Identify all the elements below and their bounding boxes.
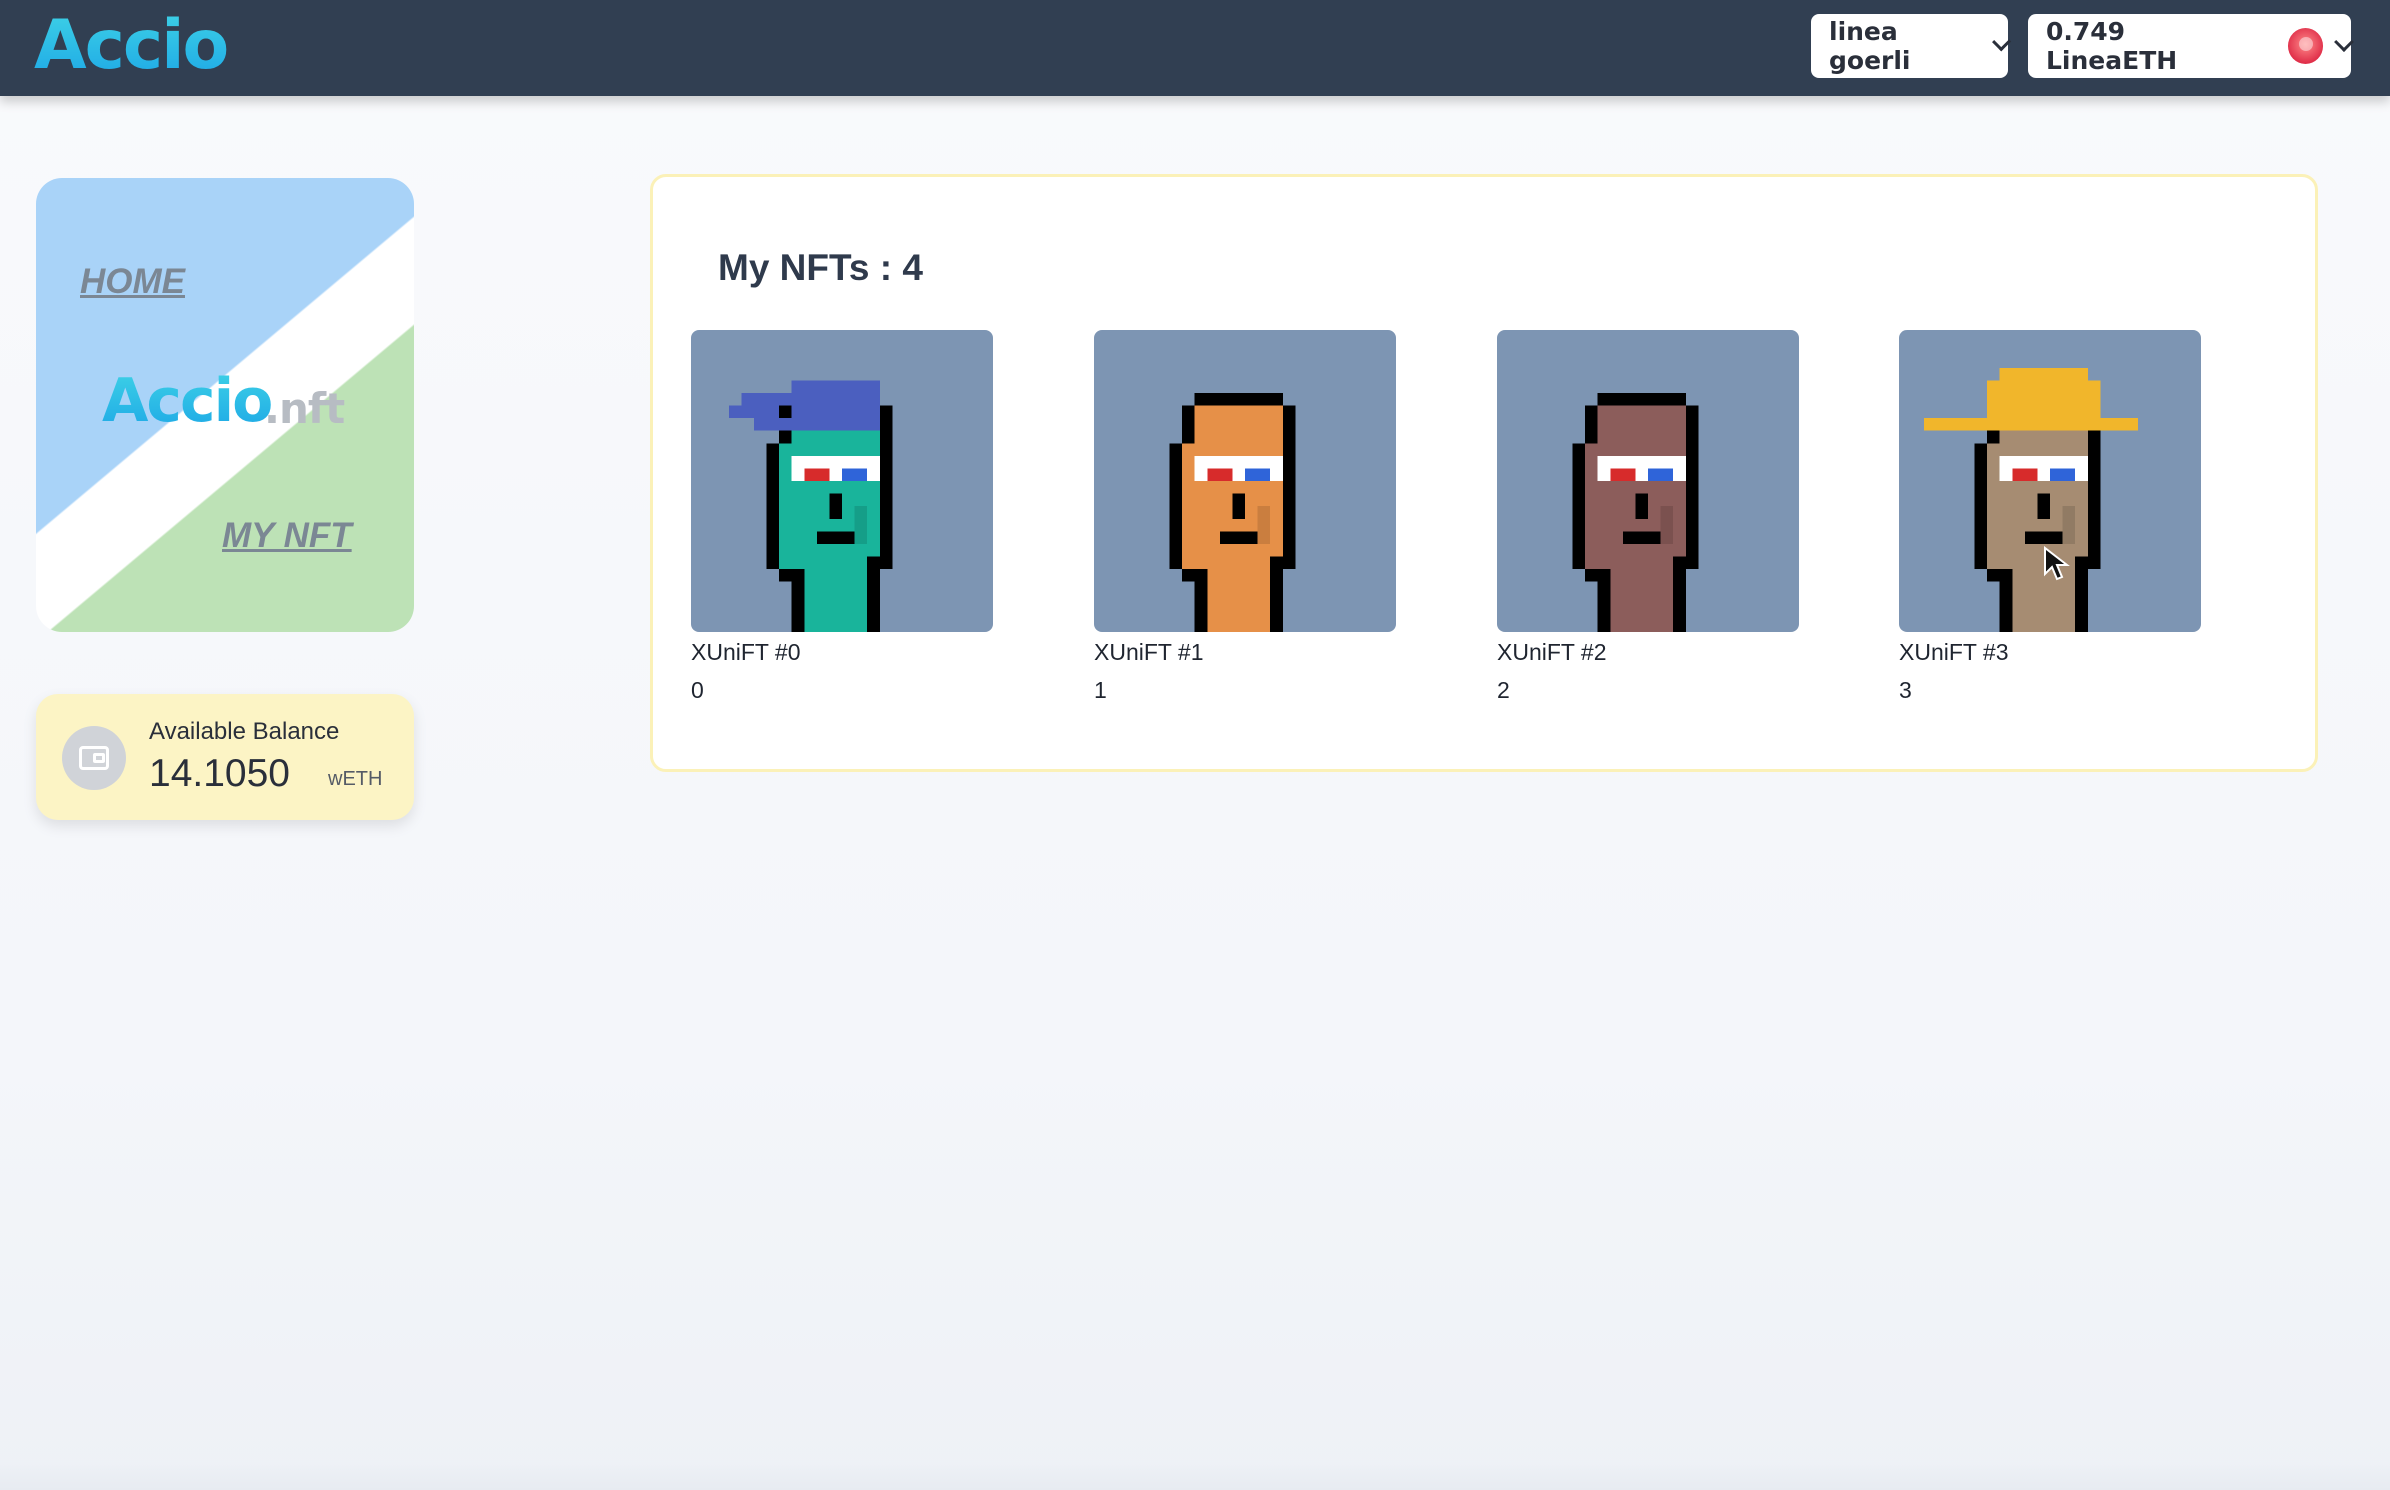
nft-id: 2 bbox=[1497, 677, 1510, 703]
panel-title: My NFTs : 4 bbox=[718, 247, 923, 288]
account-avatar-icon bbox=[2287, 28, 2324, 64]
nft-image[interactable] bbox=[691, 330, 993, 632]
balance-value: 14.1050 bbox=[149, 752, 290, 795]
nft-panel: My NFTs : 4 XUniFT #0 0 XUniFT #1 1 XUni… bbox=[650, 174, 2318, 772]
account-balance: 0.749 LineaETH bbox=[2046, 17, 2178, 75]
nft-image[interactable] bbox=[1899, 330, 2201, 632]
nft-card-0[interactable]: XUniFT #0 0 bbox=[691, 330, 995, 705]
nft-id: 0 bbox=[691, 677, 704, 703]
balance-card: Available Balance 14.1050 wETH bbox=[36, 694, 414, 820]
wallet-icon bbox=[62, 726, 126, 790]
nft-card-2[interactable]: XUniFT #2 2 bbox=[1497, 330, 1801, 705]
chevron-down-icon bbox=[1991, 32, 2011, 52]
mouse-cursor-icon bbox=[2044, 546, 2070, 581]
nft-image[interactable] bbox=[1094, 330, 1396, 632]
network-label: linea goerli bbox=[1829, 17, 1911, 75]
nav-card: HOME Accio .nft MY NFT bbox=[36, 178, 414, 632]
bottom-strip bbox=[0, 1462, 2390, 1490]
nft-image[interactable] bbox=[1497, 330, 1799, 632]
balance-label: Available Balance bbox=[149, 718, 340, 745]
app-logo[interactable]: Accio bbox=[34, 6, 229, 85]
network-selector[interactable]: linea goerli bbox=[1811, 14, 2011, 78]
top-bar: Accio linea goerli 0.749 LineaETH bbox=[0, 0, 2390, 96]
nav-brand-logo: Accio bbox=[102, 366, 273, 436]
nft-card-1[interactable]: XUniFT #1 1 bbox=[1094, 330, 1398, 705]
nav-mynft-link[interactable]: MY NFT bbox=[222, 516, 352, 556]
nft-id: 3 bbox=[1899, 677, 1912, 703]
nft-card-3[interactable]: XUniFT #3 3 bbox=[1899, 330, 2203, 705]
nft-name: XUniFT #3 bbox=[1899, 639, 2009, 665]
nft-name: XUniFT #0 bbox=[691, 639, 801, 665]
nft-name: XUniFT #2 bbox=[1497, 639, 1607, 665]
nft-name: XUniFT #1 bbox=[1094, 639, 1204, 665]
nav-home-link[interactable]: HOME bbox=[80, 262, 185, 302]
account-button[interactable]: 0.749 LineaETH bbox=[2028, 14, 2354, 78]
nav-brand-suffix: .nft bbox=[264, 384, 345, 433]
nft-id: 1 bbox=[1094, 677, 1107, 703]
chevron-down-icon bbox=[2334, 32, 2354, 52]
balance-unit: wETH bbox=[328, 768, 383, 790]
